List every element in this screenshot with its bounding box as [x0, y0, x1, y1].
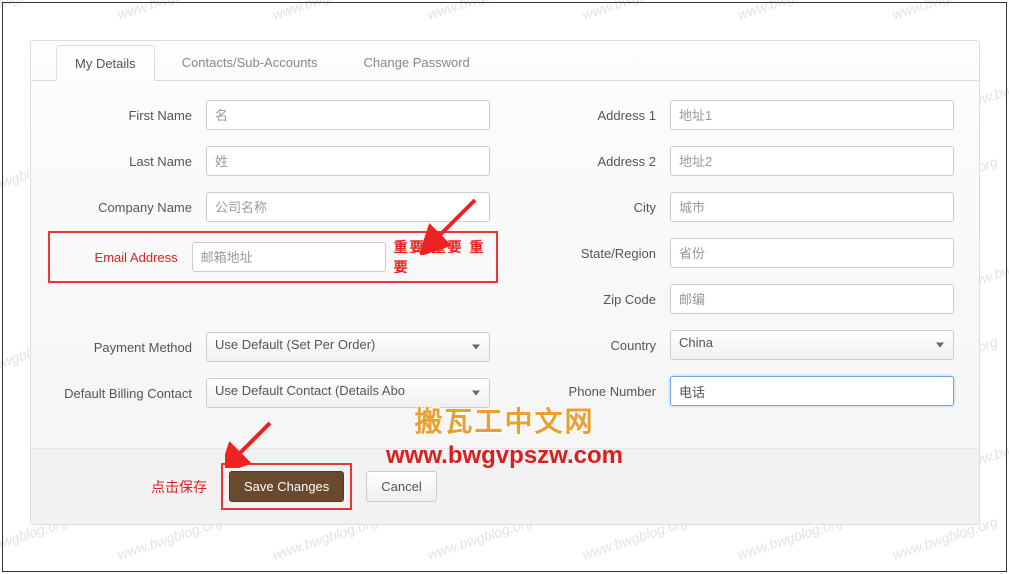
label-state: State/Region	[520, 246, 670, 261]
label-address1: Address 1	[520, 108, 670, 123]
right-column: Address 1 Address 2 City State/Region Zi…	[520, 99, 954, 423]
input-address1[interactable]	[670, 100, 954, 130]
label-last-name: Last Name	[56, 154, 206, 169]
arrow-annotation-save	[225, 418, 275, 468]
label-email: Email Address	[56, 250, 192, 265]
label-city: City	[520, 200, 670, 215]
row-address1: Address 1	[520, 99, 954, 131]
row-last-name: Last Name	[56, 145, 490, 177]
left-column: First Name Last Name Company Name Email …	[56, 99, 490, 423]
tab-my-details[interactable]: My Details	[56, 45, 155, 81]
label-billing-contact: Default Billing Contact	[56, 386, 206, 401]
tabs-bar: My Details Contacts/Sub-Accounts Change …	[31, 41, 979, 81]
select-payment-method[interactable]: Use Default (Set Per Order)	[206, 332, 490, 362]
row-zip: Zip Code	[520, 283, 954, 315]
label-company-name: Company Name	[56, 200, 206, 215]
input-address2[interactable]	[670, 146, 954, 176]
input-city[interactable]	[670, 192, 954, 222]
input-email[interactable]	[192, 242, 386, 272]
save-note: 点击保存	[151, 477, 207, 497]
row-country: Country China	[520, 329, 954, 361]
label-phone: Phone Number	[520, 384, 670, 399]
row-address2: Address 2	[520, 145, 954, 177]
input-state[interactable]	[670, 238, 954, 268]
row-state: State/Region	[520, 237, 954, 269]
select-country[interactable]: China	[670, 330, 954, 360]
tab-change-password[interactable]: Change Password	[345, 44, 489, 80]
save-button-highlight: Save Changes	[221, 463, 352, 510]
input-zip[interactable]	[670, 284, 954, 314]
actions-bar: 点击保存 Save Changes Cancel	[31, 448, 979, 524]
save-button[interactable]: Save Changes	[229, 471, 344, 502]
label-zip: Zip Code	[520, 292, 670, 307]
arrow-annotation-email	[420, 195, 480, 255]
details-panel: My Details Contacts/Sub-Accounts Change …	[30, 40, 980, 525]
form-body: First Name Last Name Company Name Email …	[31, 81, 979, 448]
input-first-name[interactable]	[206, 100, 490, 130]
row-billing-contact: Default Billing Contact Use Default Cont…	[56, 377, 490, 409]
input-last-name[interactable]	[206, 146, 490, 176]
tab-contacts[interactable]: Contacts/Sub-Accounts	[163, 44, 337, 80]
row-phone: Phone Number	[520, 375, 954, 407]
label-payment-method: Payment Method	[56, 340, 206, 355]
input-phone[interactable]	[670, 376, 954, 406]
row-payment-method: Payment Method Use Default (Set Per Orde…	[56, 331, 490, 363]
row-first-name: First Name	[56, 99, 490, 131]
select-billing-contact[interactable]: Use Default Contact (Details Abo	[206, 378, 490, 408]
label-address2: Address 2	[520, 154, 670, 169]
label-first-name: First Name	[56, 108, 206, 123]
cancel-button[interactable]: Cancel	[366, 471, 436, 502]
label-country: Country	[520, 338, 670, 353]
row-city: City	[520, 191, 954, 223]
